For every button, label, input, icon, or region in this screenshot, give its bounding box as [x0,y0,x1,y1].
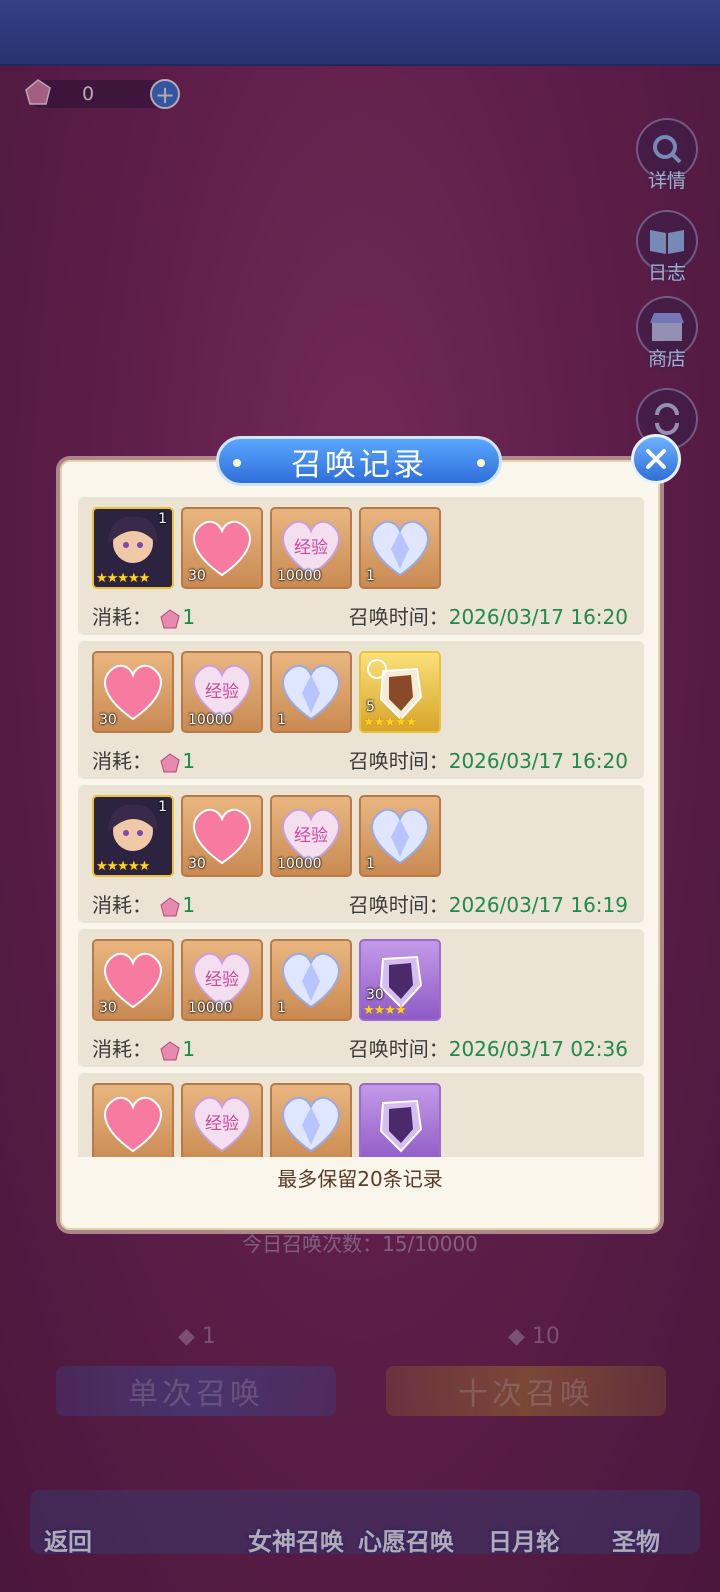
reward-item[interactable]: 30 [181,795,263,877]
cost-value: 1 [182,749,196,773]
time-label: 召唤时间： [348,749,449,773]
title-ornament [233,459,241,467]
item-count: 10000 [188,1000,233,1016]
record-limit-note: 最多保留20条记录 [277,1167,443,1191]
time-value: 2026/03/17 16:20 [448,749,628,773]
time-label: 召唤时间： [348,1037,449,1061]
item-count: 30 [188,856,206,872]
reward-item[interactable]: 5 ★★★★★ [359,651,441,733]
item-count: 5 [366,699,375,715]
dialog-title-text: 召唤记录 [291,446,427,483]
time-value: 2026/03/17 16:20 [448,605,628,629]
cost-value: 1 [182,605,196,629]
star-rating: ★★★★★ [363,715,417,730]
record-cost: 消耗： 1 [92,745,195,775]
reward-item[interactable]: 1 ★★★★★ [92,795,174,877]
item-count: 10000 [188,712,233,728]
record-cost: 消耗： 1 [92,889,195,919]
reward-item[interactable]: 1 [359,795,441,877]
reward-item[interactable]: 1 [359,507,441,589]
svg-text:经验: 经验 [294,826,328,846]
item-count: 10000 [277,568,322,584]
cost-label: 消耗： [92,605,152,629]
item-count: 1 [277,712,286,728]
item-count: 1 [277,1000,286,1016]
time-value: 2026/03/17 02:36 [448,1037,628,1061]
summon-gem-icon [160,608,180,628]
reward-item[interactable] [270,1083,352,1157]
exp-crystal-heart-icon: 经验 [183,1085,261,1157]
item-count: 1 [158,511,167,527]
record-time: 召唤时间：2026/03/17 16:19 [349,889,628,918]
summon-record: 1 ★★★★★ 30 经验 10000 1 消耗： 1 召唤时间：2026/03/17 16:… [78,497,644,635]
reward-item[interactable]: 1 [270,939,352,1021]
close-icon [646,449,666,469]
summon-gem-icon [160,1040,180,1060]
summon-record: 经验 [78,1073,644,1157]
pink-heart-icon [94,1085,172,1157]
reward-item[interactable]: 经验 10000 [270,507,352,589]
reward-item[interactable]: 经验 10000 [270,795,352,877]
purple-relic-shard-icon [361,1085,439,1157]
cost-label: 消耗： [92,893,152,917]
reward-item[interactable]: 经验 10000 [181,651,263,733]
reward-item[interactable]: 30 [181,507,263,589]
cost-label: 消耗： [92,749,152,773]
record-time: 召唤时间：2026/03/17 16:20 [349,745,628,774]
summon-record: 30 经验 10000 1 5 ★★★★★ 消耗： 1 召唤时间：2026/03/17 16:… [78,641,644,779]
item-count: 1 [158,799,167,815]
time-label: 召唤时间： [348,893,449,917]
reward-item[interactable]: 经验 [181,1083,263,1157]
diamond-heart-icon [272,1085,350,1157]
item-count: 1 [366,568,375,584]
record-cost: 消耗： 1 [92,1033,195,1063]
summon-record: 1 ★★★★★ 30 经验 10000 1 消耗： 1 召唤时间：2026/03/17 16:… [78,785,644,923]
star-rating: ★★★★★ [96,571,150,586]
reward-item[interactable]: 经验 10000 [181,939,263,1021]
item-count: 30 [99,1000,117,1016]
item-count: 30 [188,568,206,584]
record-list[interactable]: 1 ★★★★★ 30 经验 10000 1 消耗： 1 召唤时间：2026/03/17 16:… [78,497,644,1157]
item-count: 10000 [277,856,322,872]
item-count: 30 [366,987,384,1003]
title-ornament [477,459,485,467]
time-label: 召唤时间： [348,605,449,629]
reward-item[interactable]: 1 ★★★★★ [92,507,174,589]
summon-gem-icon [160,896,180,916]
close-button[interactable] [631,434,681,484]
record-time: 召唤时间：2026/03/17 02:36 [349,1033,628,1062]
item-count: 30 [99,712,117,728]
record-time: 召唤时间：2026/03/17 16:20 [349,601,628,630]
reward-item[interactable]: 30 ★★★★ [359,939,441,1021]
reward-item[interactable]: 30 [92,651,174,733]
cost-label: 消耗： [92,1037,152,1061]
reward-item[interactable] [92,1083,174,1157]
svg-text:经验: 经验 [205,970,239,990]
item-count: 1 [366,856,375,872]
star-rating: ★★★★ [363,1003,407,1018]
svg-text:经验: 经验 [294,538,328,558]
reward-item[interactable]: 30 [92,939,174,1021]
dialog-title: 召唤记录 [216,436,502,486]
summon-gem-icon [160,752,180,772]
summon-record: 30 经验 10000 1 30 ★★★★ 消耗： 1 召唤时间：2026/03/17 02:… [78,929,644,1067]
svg-text:经验: 经验 [205,682,239,702]
reward-item[interactable] [359,1083,441,1157]
record-cost: 消耗： 1 [92,601,195,631]
cost-value: 1 [182,1037,196,1061]
time-value: 2026/03/17 16:19 [448,893,628,917]
star-rating: ★★★★★ [96,859,150,874]
svg-text:经验: 经验 [205,1114,239,1134]
reward-item[interactable]: 1 [270,651,352,733]
cost-value: 1 [182,893,196,917]
